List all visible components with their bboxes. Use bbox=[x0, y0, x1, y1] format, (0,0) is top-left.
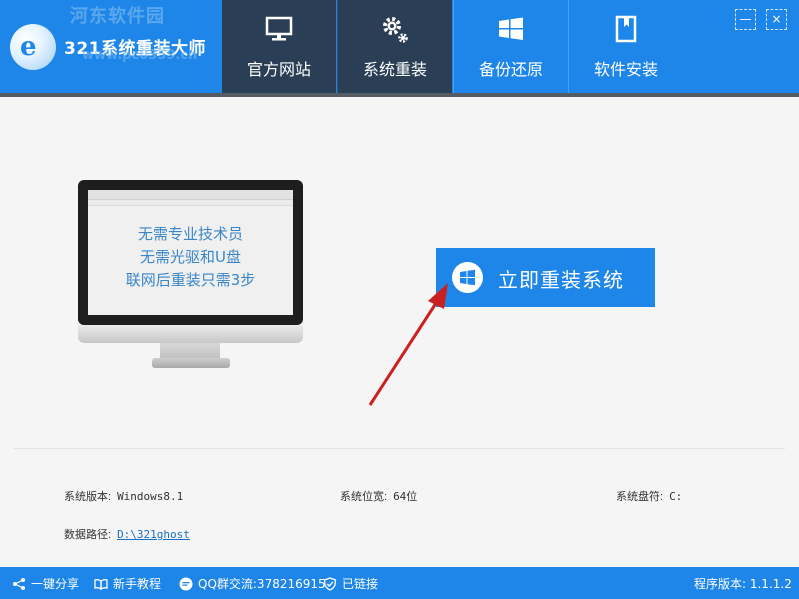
book-icon bbox=[615, 15, 637, 43]
data-path-label: 数据路径: bbox=[64, 529, 112, 541]
system-version-value: Windows8.1 bbox=[117, 490, 184, 503]
red-arrow-annotation bbox=[368, 283, 448, 406]
tab-label: 官方网站 bbox=[246, 60, 311, 79]
system-version-label: 系统版本: bbox=[64, 491, 112, 503]
monitor-chin bbox=[78, 325, 303, 343]
tab-label: 系统重装 bbox=[362, 60, 427, 79]
monitor-bezel: 无需专业技术员 无需光驱和U盘 联网后重装只需3步 bbox=[78, 180, 303, 325]
browser-bar bbox=[88, 190, 293, 200]
system-drive: 系统盘符: C: bbox=[616, 488, 682, 504]
title-bar: 河东软件园 e 321系统重装大师 www.pc0359.cn 官方网站 系统重… bbox=[0, 0, 799, 93]
share-label: 一键分享 bbox=[31, 577, 80, 591]
monitor-screen: 无需专业技术员 无需光驱和U盘 联网后重装只需3步 bbox=[88, 190, 293, 315]
screen-line-1: 无需专业技术员 bbox=[137, 225, 243, 243]
watermark-text: 河东软件园 bbox=[70, 6, 165, 27]
reinstall-button-label: 立即重装系统 bbox=[498, 268, 624, 292]
system-bits: 系统位宽: 64位 bbox=[340, 488, 417, 504]
screen-line-2: 无需光驱和U盘 bbox=[140, 248, 241, 266]
content-divider bbox=[14, 448, 785, 449]
qq-group-link[interactable]: QQ群交流:378216915 bbox=[179, 575, 326, 592]
windows-logo-icon bbox=[499, 17, 523, 40]
monitor-icon bbox=[265, 16, 293, 41]
tab-software-install[interactable]: 软件安装 bbox=[568, 0, 683, 93]
status-bar: 一键分享 新手教程 QQ群交流:378216915 已链接 程序版本: 1.1.… bbox=[0, 567, 799, 599]
data-path: 数据路径: D:\321ghost bbox=[64, 526, 190, 542]
tutorial-link[interactable]: 新手教程 bbox=[94, 575, 161, 592]
monitor-foot bbox=[152, 358, 230, 368]
system-drive-value: C: bbox=[669, 490, 683, 503]
tab-official-site[interactable]: 官方网站 bbox=[222, 0, 336, 93]
system-bits-value: 64位 bbox=[393, 490, 418, 503]
watermark-url: www.pc0359.cn bbox=[82, 48, 198, 63]
tab-system-reinstall[interactable]: 系统重装 bbox=[337, 0, 452, 93]
screen-line-3: 联网后重装只需3步 bbox=[125, 271, 256, 289]
chat-bubble-icon bbox=[179, 577, 193, 590]
connection-label: 已链接 bbox=[342, 577, 379, 591]
data-path-link[interactable]: D:\321ghost bbox=[117, 528, 190, 541]
brand: 河东软件园 e 321系统重装大师 www.pc0359.cn bbox=[0, 0, 222, 93]
tab-backup-restore[interactable]: 备份还原 bbox=[453, 0, 568, 93]
browser-address-bar bbox=[88, 200, 293, 206]
app-logo-letter: e bbox=[20, 32, 37, 62]
connection-status: 已链接 bbox=[323, 575, 378, 592]
tutorial-label: 新手教程 bbox=[113, 577, 162, 591]
system-version: 系统版本: Windows8.1 bbox=[64, 488, 183, 504]
tab-label: 备份还原 bbox=[478, 60, 543, 79]
system-bits-label: 系统位宽: bbox=[340, 491, 388, 503]
share-icon bbox=[13, 577, 25, 590]
qq-group-label: QQ群交流:378216915 bbox=[198, 577, 326, 591]
share-link[interactable]: 一键分享 bbox=[12, 575, 79, 592]
close-button[interactable]: × bbox=[766, 9, 787, 30]
monitor-illustration: 无需专业技术员 无需光驱和U盘 联网后重装只需3步 bbox=[78, 180, 303, 372]
system-drive-label: 系统盘符: bbox=[616, 491, 664, 503]
main-panel: 无需专业技术员 无需光驱和U盘 联网后重装只需3步 立即重装系统 系统版本: Wi… bbox=[0, 97, 799, 567]
program-version-label: 程序版本: 1.1.1.2 bbox=[694, 577, 792, 591]
tab-label: 软件安装 bbox=[593, 60, 658, 79]
gears-icon bbox=[383, 17, 408, 43]
open-book-icon bbox=[94, 578, 108, 590]
shield-check-icon bbox=[323, 576, 337, 591]
program-version: 程序版本: 1.1.1.2 bbox=[694, 575, 792, 592]
minimize-button[interactable]: — bbox=[735, 9, 756, 30]
